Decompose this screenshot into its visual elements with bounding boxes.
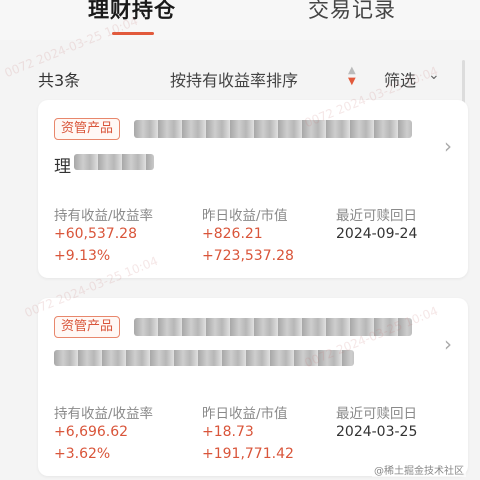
active-tab-indicator	[112, 32, 154, 35]
chevron-right-icon[interactable]: ›	[444, 332, 452, 356]
holding-rate-value: +3.62%	[54, 446, 111, 462]
yesterday-profit-value: +18.73	[202, 424, 254, 440]
product-type-badge: 资管产品	[54, 316, 121, 338]
sort-button[interactable]: 按持有收益率排序	[170, 67, 298, 91]
filter-bar: 共3条 按持有收益率排序 ▲ ▼ 筛选 ⌄	[0, 56, 480, 96]
market-value: +191,771.42	[202, 446, 294, 462]
sort-order-icon[interactable]: ▲ ▼	[346, 64, 360, 88]
product-name-fragment: 理	[54, 157, 71, 177]
filter-button[interactable]: 筛选	[384, 67, 416, 91]
holding-profit-value: +6,696.62	[54, 424, 129, 440]
top-tab-bar: 理财持仓 交易记录	[0, 0, 480, 40]
tab-holdings[interactable]: 理财持仓	[88, 0, 176, 24]
chevron-down-icon[interactable]: ⌄	[428, 67, 440, 83]
product-type-badge: 资管产品	[54, 118, 121, 140]
redeem-date-label: 最近可赎回日	[336, 208, 417, 224]
product-name-blurred	[134, 318, 412, 336]
holding-rate-value: +9.13%	[54, 248, 111, 264]
sort-up-icon: ▲	[348, 65, 356, 76]
redeem-date-value: 2024-03-25	[336, 424, 418, 440]
tab-records[interactable]: 交易记录	[308, 0, 396, 24]
product-name-blurred-line2	[54, 350, 354, 366]
redeem-date-value: 2024-09-24	[336, 226, 418, 242]
product-name-blurred-line2	[74, 154, 154, 170]
market-value: +723,537.28	[202, 248, 294, 264]
yesterday-profit-label: 昨日收益/市值	[202, 406, 288, 422]
holding-profit-value: +60,537.28	[54, 226, 137, 242]
yesterday-profit-label: 昨日收益/市值	[202, 208, 288, 224]
holding-profit-label: 持有收益/收益率	[54, 208, 154, 224]
product-card[interactable]: 资管产品 理 › 持有收益/收益率 昨日收益/市值 最近可赎回日 +60,537…	[38, 100, 468, 278]
holding-profit-label: 持有收益/收益率	[54, 406, 154, 422]
corner-watermark: @稀土掘金技术社区	[372, 462, 466, 477]
product-name-blurred	[134, 120, 412, 138]
redeem-date-label: 最近可赎回日	[336, 406, 417, 422]
yesterday-profit-value: +826.21	[202, 226, 263, 242]
result-count: 共3条	[38, 71, 81, 90]
sort-down-icon: ▼	[348, 76, 356, 87]
chevron-right-icon[interactable]: ›	[444, 134, 452, 158]
product-card[interactable]: 资管产品 › 持有收益/收益率 昨日收益/市值 最近可赎回日 +6,696.62…	[38, 298, 468, 476]
